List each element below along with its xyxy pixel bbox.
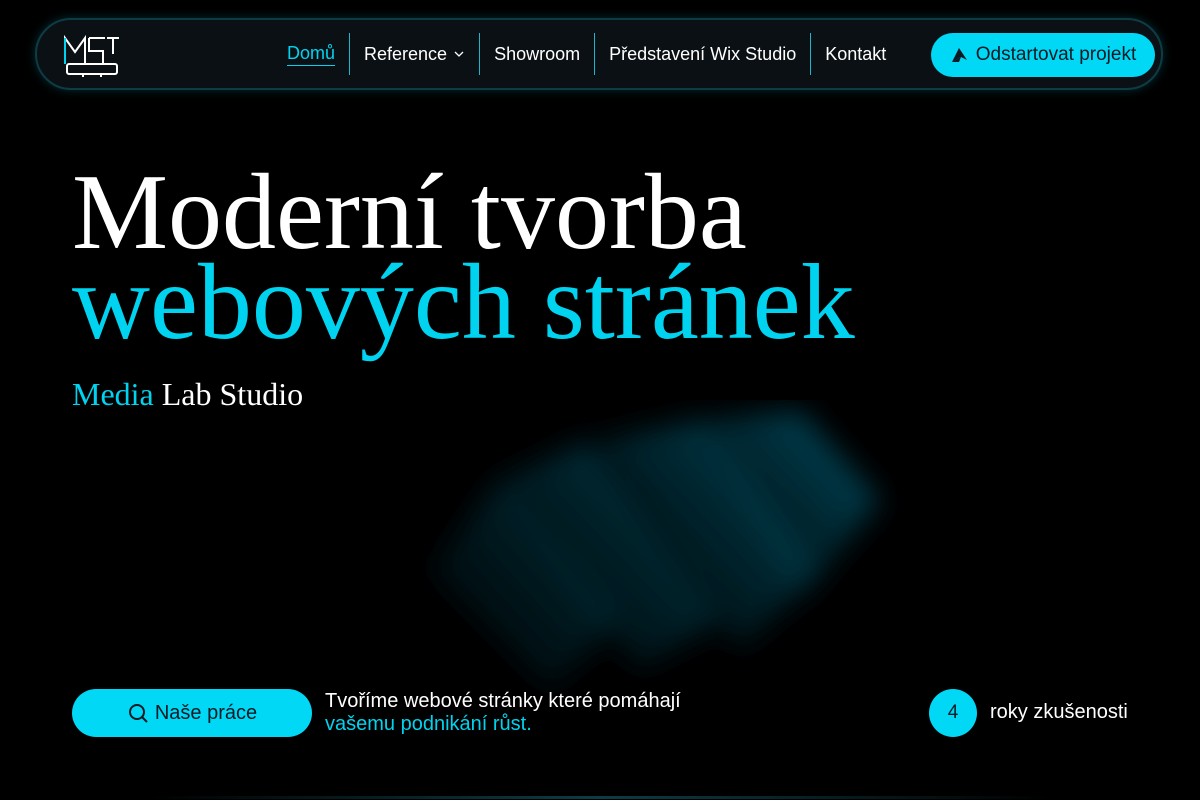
our-work-button[interactable]: Naše práce (72, 689, 312, 737)
logo-icon[interactable] (63, 34, 121, 78)
nav-item-label: Domů (287, 43, 336, 66)
nav-item-label: Showroom (494, 43, 581, 64)
start-project-button[interactable]: Odstartovat projekt (931, 33, 1155, 77)
subtitle-rest: Lab Studio (161, 376, 304, 412)
nav-item-label: Kontakt (825, 43, 887, 64)
years-label: roky zkušenosti (990, 701, 1128, 723)
hero-title: Moderní tvorba webových stránek (72, 159, 855, 362)
nav-item-contact[interactable]: Kontakt (810, 33, 900, 75)
hero-subtitle: Media Lab Studio (72, 376, 303, 413)
years-badge: 4 (929, 689, 977, 737)
nav-item-home[interactable]: Domů (273, 33, 349, 75)
rocket-icon (951, 48, 967, 62)
nav-item-label: Představení Wix Studio (609, 43, 797, 64)
start-project-label: Odstartovat projekt (975, 44, 1137, 65)
tagline-line2: vašemu podnikání růst. (325, 713, 532, 735)
nav-item-label: Reference (364, 43, 448, 64)
subtitle-accent: Media (72, 376, 154, 412)
main-nav: Domů Reference Showroom Představení Wix … (273, 33, 900, 75)
tagline-line1: Tvoříme webové stránky které pomáhají (325, 690, 681, 712)
nav-item-wix-studio[interactable]: Představení Wix Studio (594, 33, 810, 75)
tagline: Tvoříme webové stránky které pomáhají va… (325, 690, 681, 736)
hero-title-line2: webových stránek (72, 243, 855, 362)
nav-item-reference[interactable]: Reference (349, 33, 479, 75)
chevron-down-icon (454, 51, 464, 57)
navbar: Domů Reference Showroom Představení Wix … (35, 18, 1163, 90)
decorative-glow-graphic (430, 410, 880, 690)
search-icon (128, 704, 148, 723)
our-work-label: Naše práce (154, 701, 258, 724)
bottom-divider (150, 796, 1050, 799)
nav-item-showroom[interactable]: Showroom (479, 33, 594, 75)
